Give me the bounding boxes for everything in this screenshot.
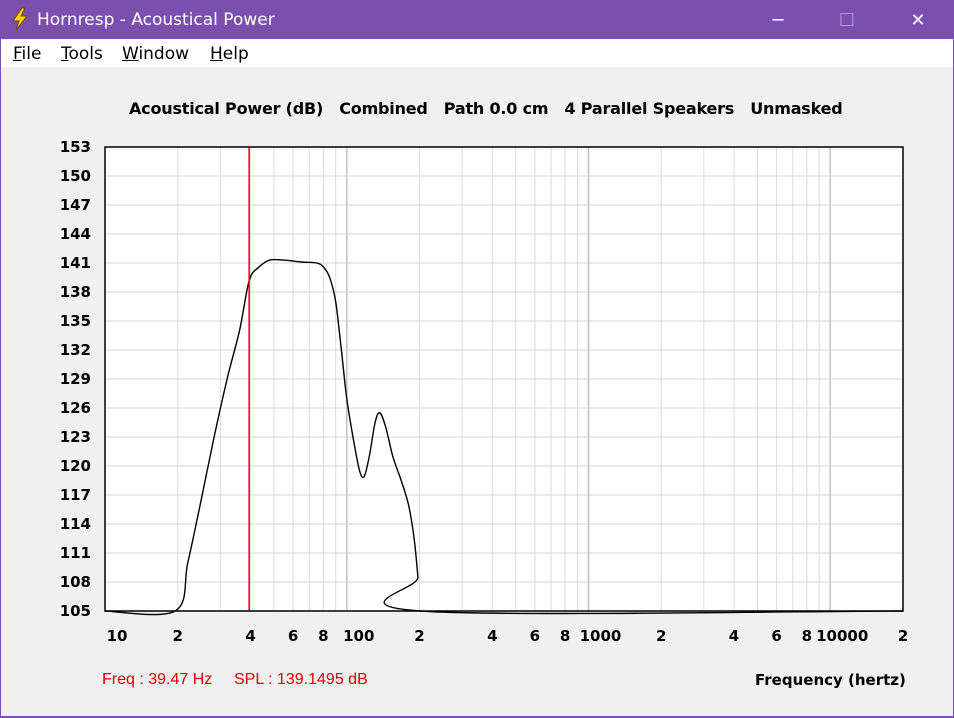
x-tick-label: 100: [343, 627, 374, 645]
y-tick-label: 114: [60, 515, 91, 533]
y-tick-label: 132: [60, 341, 91, 359]
x-tick-label: 10: [107, 627, 128, 645]
y-tick-label: 129: [60, 370, 91, 388]
y-tick-label: 108: [60, 573, 91, 591]
y-tick-label: 123: [60, 428, 91, 446]
y-tick-label: 117: [60, 486, 91, 504]
x-tick-label: 2: [898, 627, 908, 645]
x-tick-label: 6: [530, 627, 540, 645]
x-tick-label: 8: [318, 627, 328, 645]
y-tick-label: 153: [60, 138, 91, 156]
x-axis-title: Frequency (hertz): [755, 671, 906, 689]
y-tick-label: 147: [60, 196, 91, 214]
y-tick-label: 120: [60, 457, 91, 475]
x-tick-label: 8: [802, 627, 812, 645]
y-tick-label: 126: [60, 399, 91, 417]
x-tick-label: 2: [656, 627, 666, 645]
app-window: Hornresp - Acoustical Power ─ ☐ ✕ File T…: [0, 0, 954, 717]
x-tick-label: 2: [173, 627, 183, 645]
x-tick-label: 4: [487, 627, 497, 645]
x-tick-label: 4: [245, 627, 255, 645]
y-tick-label: 135: [60, 312, 91, 330]
x-tick-label: 4: [729, 627, 739, 645]
y-tick-label: 111: [60, 544, 91, 562]
y-tick-label: 105: [60, 602, 91, 620]
spl-readout: SPL : 139.1495 dB: [234, 671, 368, 688]
y-tick-label: 150: [60, 167, 91, 185]
x-tick-label: 6: [771, 627, 781, 645]
x-tick-label: 1000: [580, 627, 622, 645]
x-tick-label: 8: [560, 627, 570, 645]
y-tick-label: 141: [60, 254, 91, 272]
y-tick-label: 144: [60, 225, 91, 243]
acoustical-power-chart[interactable]: 153 150 147 144 141 138 135 132 129 126 123 120 117 1…: [1, 1, 954, 718]
x-tick-label: 6: [288, 627, 298, 645]
frequency-readout: Freq : 39.47 Hz: [102, 671, 213, 688]
x-tick-label: 2: [414, 627, 424, 645]
x-tick-label: 10000: [816, 627, 868, 645]
y-tick-label: 138: [60, 283, 91, 301]
